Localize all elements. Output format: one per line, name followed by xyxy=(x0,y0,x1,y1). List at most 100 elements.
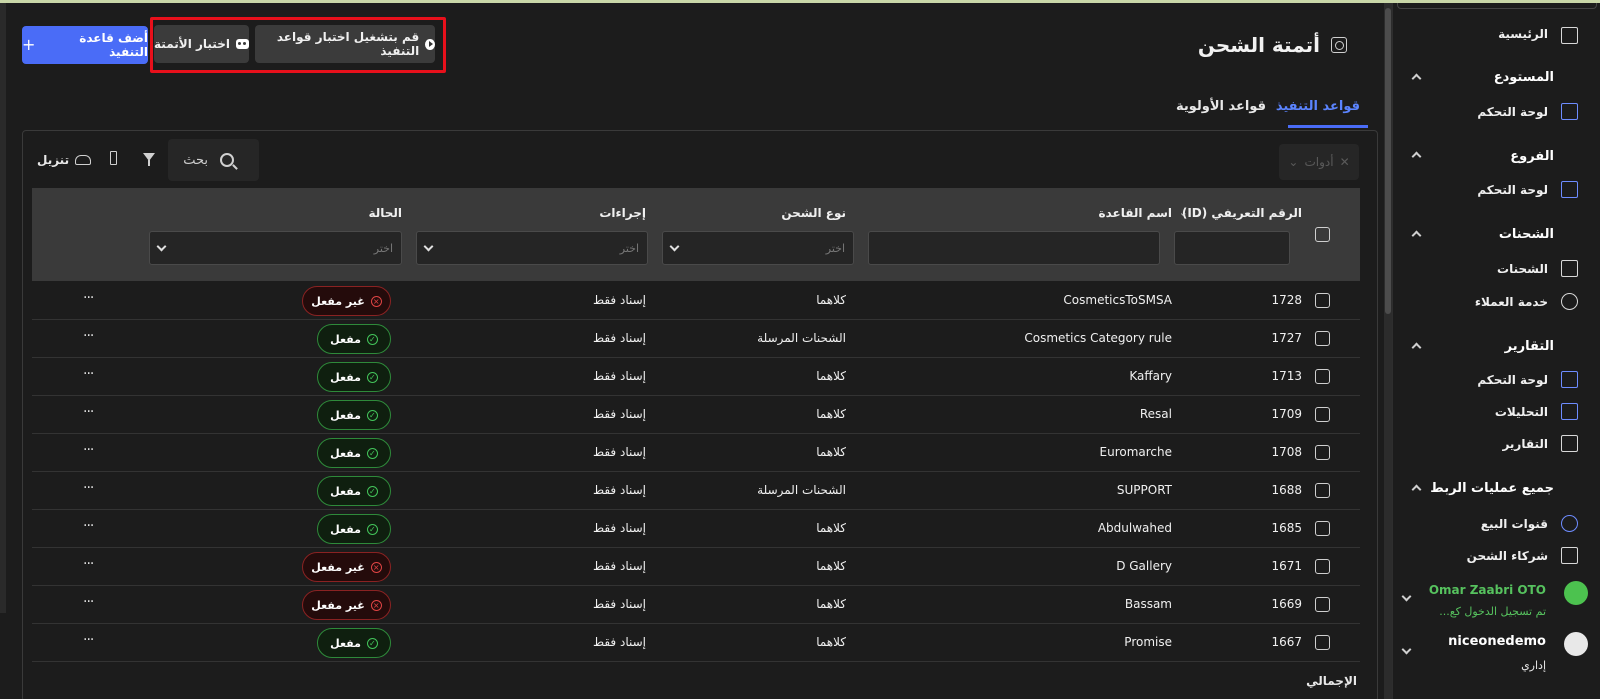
status-badge[interactable]: × غير مفعل xyxy=(302,286,391,316)
status-badge[interactable]: ✓ مفعل xyxy=(317,628,391,658)
status-badge[interactable]: × غير مفعل xyxy=(302,552,391,582)
status-badge[interactable]: ✓ مفعل xyxy=(317,476,391,506)
rule-name: Cosmetics Category rule xyxy=(1024,331,1172,345)
row-menu-icon[interactable]: ··· xyxy=(83,594,94,610)
test-automation-button[interactable]: اختبار الأتمتة xyxy=(154,25,249,63)
status-badge[interactable]: ✓ مفعل xyxy=(317,324,391,354)
row-checkbox[interactable] xyxy=(1315,597,1330,612)
shipping-type: كلاهما xyxy=(816,369,846,383)
table-row[interactable]: 1671 D Gallery كلاهما إسناد فقط × غير مفعل ··· xyxy=(32,548,1360,586)
id-filter-input[interactable] xyxy=(1174,231,1290,265)
status-badge[interactable]: × غير مفعل xyxy=(302,590,391,620)
sidebar-item-shipments[interactable]: الشحنات xyxy=(1497,262,1548,276)
row-checkbox[interactable] xyxy=(1315,521,1330,536)
row-menu-icon[interactable]: ··· xyxy=(83,442,94,458)
tab-execution-rules[interactable]: قواعد التنفيذ xyxy=(1276,99,1360,114)
tab-priority-rules[interactable]: قواعد الأولوية xyxy=(1176,99,1266,114)
table-row[interactable]: 1708 Euromarche كلاهما إسناد فقط ✓ مفعل ··· xyxy=(32,434,1360,472)
sidebar-item-home[interactable]: الرئيسية xyxy=(1498,27,1548,41)
status-label: مفعل xyxy=(330,484,361,498)
rule-action: إسناد فقط xyxy=(592,597,646,611)
run-rules-test-button[interactable]: قم بتشغيل اختبار قواعد التنفيذ xyxy=(255,25,435,63)
row-checkbox[interactable] xyxy=(1315,635,1330,650)
filter-icon[interactable] xyxy=(143,153,155,166)
sidebar-item-analytics[interactable]: التحليلات xyxy=(1495,405,1548,419)
status-badge[interactable]: ✓ مفعل xyxy=(317,362,391,392)
table-row[interactable]: 1667 Promise كلاهما إسناد فقط ✓ مفعل ··· xyxy=(32,624,1360,662)
rule-action: إسناد فقط xyxy=(592,635,646,649)
rule-id: 1728 xyxy=(1271,293,1302,307)
header-rule-name: اسم القاعدة xyxy=(1098,206,1172,220)
chevron-up-icon[interactable] xyxy=(1411,73,1422,84)
sidebar-section-branches[interactable]: الفروع xyxy=(1510,149,1554,164)
table-row[interactable]: 1688 SUPPORT الشحنات المرسلة إسناد فقط ✓ مفعل… xyxy=(32,472,1360,510)
row-menu-icon[interactable]: ··· xyxy=(83,328,94,344)
support-user-name: Omar Zaabri OTO xyxy=(1428,583,1546,597)
add-rule-button[interactable]: أضف قاعدة التنفيذ + xyxy=(22,26,148,64)
header-status: الحالة xyxy=(368,206,402,220)
bar-chart-icon xyxy=(1561,403,1578,420)
wrench-icon: ✕ xyxy=(1339,155,1350,169)
table-row[interactable]: 1727 Cosmetics Category rule الشحنات المرس… xyxy=(32,320,1360,358)
chevron-up-icon[interactable] xyxy=(1411,151,1422,162)
actions-filter-select[interactable]: اختر xyxy=(416,231,648,265)
status-filter-select[interactable]: اختر xyxy=(149,231,402,265)
row-checkbox[interactable] xyxy=(1315,559,1330,574)
row-menu-icon[interactable]: ··· xyxy=(83,632,94,648)
rule-name: SUPPORT xyxy=(1116,483,1172,497)
search-box[interactable] xyxy=(168,139,259,181)
table-row[interactable]: 1728 CosmeticsToSMSA كلاهما إسناد فقط × غير م… xyxy=(32,282,1360,320)
select-all-checkbox[interactable] xyxy=(1315,227,1330,242)
row-checkbox[interactable] xyxy=(1315,293,1330,308)
sidebar-item-sales-channels[interactable]: قنوات البيع xyxy=(1481,517,1548,531)
row-menu-icon[interactable]: ··· xyxy=(83,480,94,496)
status-badge[interactable]: ✓ مفعل xyxy=(317,514,391,544)
sidebar-item-reports[interactable]: التقارير xyxy=(1502,437,1548,451)
sidebar-section-reports[interactable]: التقارير xyxy=(1505,339,1554,354)
shipping-type: كلاهما xyxy=(816,635,846,649)
rules-table-card: ✕ أدوات ⌄ تنزيل الرقم التعريفي (ID) اسم … xyxy=(22,130,1378,699)
sidebar-item-warehouse-dashboard[interactable]: لوحة التحكم xyxy=(1477,105,1548,119)
table-row[interactable]: 1669 Bassam كلاهما إسناد فقط × غير مفعل ··· xyxy=(32,586,1360,624)
search-input[interactable] xyxy=(168,152,208,168)
plus-icon: + xyxy=(22,35,36,54)
sidebar-item-customer-service[interactable]: خدمة العملاء xyxy=(1475,295,1548,309)
status-badge[interactable]: ✓ مفعل xyxy=(317,400,391,430)
chevron-up-icon[interactable] xyxy=(1411,230,1422,241)
shipping-type-filter-select[interactable]: اختر xyxy=(662,231,854,265)
chevron-down-icon xyxy=(669,241,680,251)
chevron-down-icon[interactable] xyxy=(1401,591,1412,602)
chevron-down-icon[interactable] xyxy=(1401,644,1412,655)
download-button[interactable]: تنزيل xyxy=(37,153,92,167)
sidebar-section-integrations[interactable]: جميع عمليات الربط xyxy=(1430,481,1554,496)
name-filter-input[interactable] xyxy=(868,231,1160,265)
chevron-down-icon[interactable]: ⌄ xyxy=(1179,206,1188,219)
test-automation-label: اختبار الأتمتة xyxy=(154,37,230,51)
row-menu-icon[interactable]: ··· xyxy=(83,404,94,420)
chevron-up-icon[interactable] xyxy=(1411,342,1422,353)
row-menu-icon[interactable]: ··· xyxy=(83,518,94,534)
table-row[interactable]: 1713 Kaffary كلاهما إسناد فقط ✓ مفعل ··· xyxy=(32,358,1360,396)
row-checkbox[interactable] xyxy=(1315,407,1330,422)
row-checkbox[interactable] xyxy=(1315,483,1330,498)
rule-id: 1671 xyxy=(1271,559,1302,573)
sidebar-item-reports-dashboard[interactable]: لوحة التحكم xyxy=(1477,373,1548,387)
row-checkbox[interactable] xyxy=(1315,445,1330,460)
sidebar-item-branches-dashboard[interactable]: لوحة التحكم xyxy=(1477,183,1548,197)
sidebar-section-warehouse[interactable]: المستودع xyxy=(1494,70,1554,85)
row-menu-icon[interactable]: ··· xyxy=(83,556,94,572)
tools-dropdown[interactable]: ✕ أدوات ⌄ xyxy=(1279,144,1359,180)
row-menu-icon[interactable]: ··· xyxy=(83,366,94,382)
table-row[interactable]: 1685 Abdulwahed كلاهما إسناد فقط ✓ مفعل ··· xyxy=(32,510,1360,548)
row-checkbox[interactable] xyxy=(1315,331,1330,346)
rule-id: 1685 xyxy=(1271,521,1302,535)
chevron-up-icon[interactable] xyxy=(1411,484,1422,495)
table-row[interactable]: 1709 Resal كلاهما إسناد فقط ✓ مفعل ··· xyxy=(32,396,1360,434)
scrollbar-thumb[interactable] xyxy=(1385,8,1391,314)
sidebar-item-shipping-partners[interactable]: شركاء الشحن xyxy=(1467,549,1548,563)
status-badge[interactable]: ✓ مفعل xyxy=(317,438,391,468)
row-checkbox[interactable] xyxy=(1315,369,1330,384)
sidebar-section-shipments[interactable]: الشحنات xyxy=(1499,227,1554,242)
columns-icon[interactable] xyxy=(110,151,117,165)
row-menu-icon[interactable]: ··· xyxy=(83,290,94,306)
